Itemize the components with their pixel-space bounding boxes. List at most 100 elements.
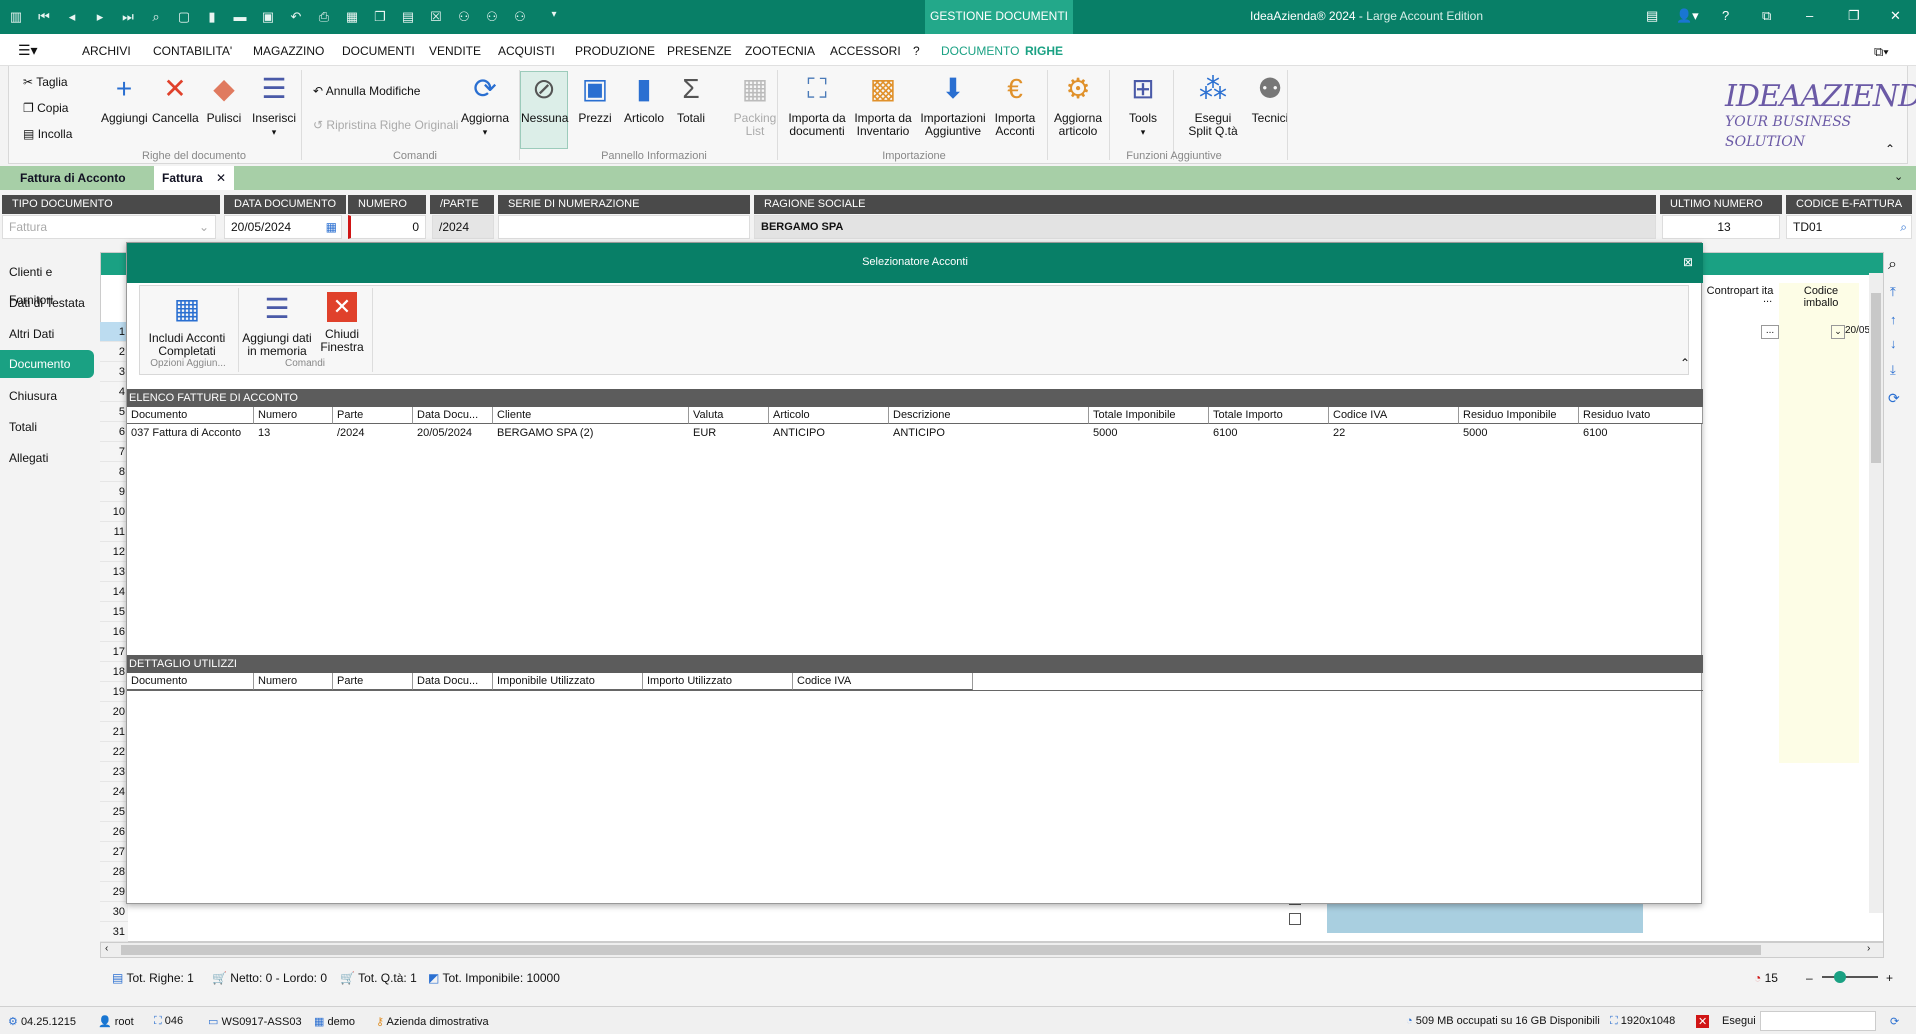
close-dialog-icon[interactable]: ⊠ [1683,243,1693,281]
nav-documento[interactable]: Documento [0,350,94,378]
col-header[interactable]: Cliente [493,407,689,424]
col-header[interactable]: Numero [254,673,333,690]
close-window-button[interactable]: ✕ Chiudi Finestra [316,292,368,354]
row-number[interactable]: 27 [100,842,128,862]
import-advances-button[interactable]: € Importa Acconti [987,72,1043,138]
col-header[interactable]: Parte [333,673,413,690]
calendar-icon[interactable]: ▦ [326,216,337,238]
row-number[interactable]: 9 [100,482,128,502]
row-number[interactable]: 5 [100,402,128,422]
collapse-ribbon-icon[interactable]: ⌃ [1680,356,1690,370]
search-icon[interactable]: ⌕ [148,9,164,25]
serie-field[interactable] [498,215,750,239]
col-header[interactable]: Valuta [689,407,769,424]
tab-fattura-acconto[interactable]: Fattura di Acconto [0,166,150,190]
menu-magazzino[interactable]: MAGAZZINO [253,44,324,58]
next-icon[interactable]: ▸ [92,9,108,25]
import-inventory-button[interactable]: ▩ Importa da Inventario [851,72,915,138]
numero-field[interactable]: 0 [348,215,426,239]
menu-presenze[interactable]: PRESENZE [667,44,732,58]
delete-icon[interactable]: ▮ [204,9,220,25]
col-header[interactable]: Residuo Imponibile [1459,407,1579,424]
restore-icon[interactable]: ⧉ [1762,8,1771,24]
row-number[interactable]: 10 [100,502,128,522]
row-number[interactable]: 18 [100,662,128,682]
exec-input[interactable] [1760,1011,1876,1031]
nav-altri-dati[interactable]: Altri Dati [0,320,94,348]
menu-acquisti[interactable]: ACQUISTI [498,44,555,58]
add-memory-button[interactable]: ☰ Aggiungi dati in memoria [240,292,314,358]
menu-documenti[interactable]: DOCUMENTI [342,44,415,58]
search-icon[interactable]: ⌕ [1888,256,1897,274]
menu-righe[interactable]: RIGHE [1025,44,1063,58]
tipo-select[interactable]: Fattura ⌄ [2,215,216,239]
paste-icon[interactable]: ▤ [400,9,416,25]
row-number[interactable]: 21 [100,722,128,742]
col-header[interactable]: Documento [127,407,254,424]
row-number[interactable]: 2 [100,342,128,362]
row-number[interactable]: 25 [100,802,128,822]
nav-chiusura[interactable]: Chiusura [0,382,94,410]
col-header[interactable]: Data Docu... [413,407,493,424]
col-header[interactable]: Data Docu... [413,673,493,690]
row-number[interactable]: 16 [100,622,128,642]
close-doc-icon[interactable]: ☒ [428,9,444,25]
row-number[interactable]: 30 [100,902,128,922]
folder-icon[interactable]: ▬ [232,9,248,24]
maximize-icon[interactable]: ❐ [1848,8,1860,24]
row-number[interactable]: 4 [100,382,128,402]
menu-contabilita[interactable]: CONTABILITA' [153,44,232,58]
col-header[interactable]: Codice IVA [793,673,973,690]
row-number[interactable]: 31 [100,922,128,942]
col-header[interactable]: Descrizione [889,407,1089,424]
row-number[interactable]: 20 [100,702,128,722]
user-icon[interactable]: 👤▾ [1676,8,1699,24]
row-number[interactable]: 22 [100,742,128,762]
layout-icon[interactable]: ⧉▾ [1874,44,1889,60]
paste-button[interactable]: ▤ Incolla [23,127,72,141]
col-header[interactable]: Importo Utilizzato [643,673,793,690]
previous-icon[interactable]: ◂ [64,9,80,25]
speedometer[interactable]: ◔ 15 [1754,971,1778,985]
customize-toolbar-icon[interactable]: ▾ [546,9,562,20]
tab-fattura[interactable]: Fattura ✕ [154,166,234,190]
extra-imports-button[interactable]: ⬇ Importazioni Aggiuntive [917,72,989,138]
nav-clienti-fornitori[interactable]: Clienti e Fornitori [0,258,94,307]
scrollbar-thumb[interactable] [1871,293,1881,463]
row31-checkbox[interactable] [1289,913,1301,925]
close-icon[interactable]: ✕ [1890,8,1901,24]
binoculars-icon[interactable]: ⚇ [456,9,472,25]
copy-icon[interactable]: ❐ [372,9,388,25]
sync-icon[interactable]: ⟳ [1888,390,1900,407]
col-header[interactable]: Articolo [769,407,889,424]
efatt-field[interactable]: TD01 ⌕ [1786,215,1912,239]
binoculars-next-icon[interactable]: ⚇ [484,9,500,25]
move-bottom-icon[interactable]: ⤓ [1890,362,1896,378]
search-icon[interactable]: ⌕ [1900,216,1907,238]
add-button[interactable]: + Aggiungi [101,72,148,125]
menu-help[interactable]: ? [913,44,920,58]
chevron-down-icon[interactable]: ⌄ [1831,325,1845,339]
menu-zootecnia[interactable]: ZOOTECNIA [745,44,815,58]
print-icon[interactable]: ⎙ [316,9,332,25]
menu-documento[interactable]: DOCUMENTO [941,44,1019,58]
row-number[interactable]: 26 [100,822,128,842]
cut-button[interactable]: ✂ Taglia [23,75,68,89]
data-field[interactable]: 20/05/2024 ▦ [224,215,342,239]
row-number[interactable]: 6 [100,422,128,442]
collapse-ribbon-icon[interactable]: ⌃ [1885,142,1895,156]
menu-accessori[interactable]: ACCESSORI [830,44,901,58]
row-number[interactable]: 29 [100,882,128,902]
nav-totali[interactable]: Totali [0,413,94,441]
undo-icon[interactable]: ↶ [288,9,304,25]
article-button[interactable]: ▮ Articolo [619,72,669,125]
col-header[interactable]: Totale Imponibile [1089,407,1209,424]
zoom-out-icon[interactable]: – [1806,971,1813,985]
menu-vendite[interactable]: VENDITE [429,44,481,58]
close-tab-icon[interactable]: ✕ [216,171,226,185]
chevron-down-icon[interactable]: ⌄ [1894,170,1903,183]
scroll-left-icon[interactable]: ‹ [105,943,108,954]
binoculars-prev-icon[interactable]: ⚇ [512,9,528,25]
clean-button[interactable]: ◆ Pulisci [204,72,244,125]
zoom-in-icon[interactable]: + [1886,971,1893,985]
